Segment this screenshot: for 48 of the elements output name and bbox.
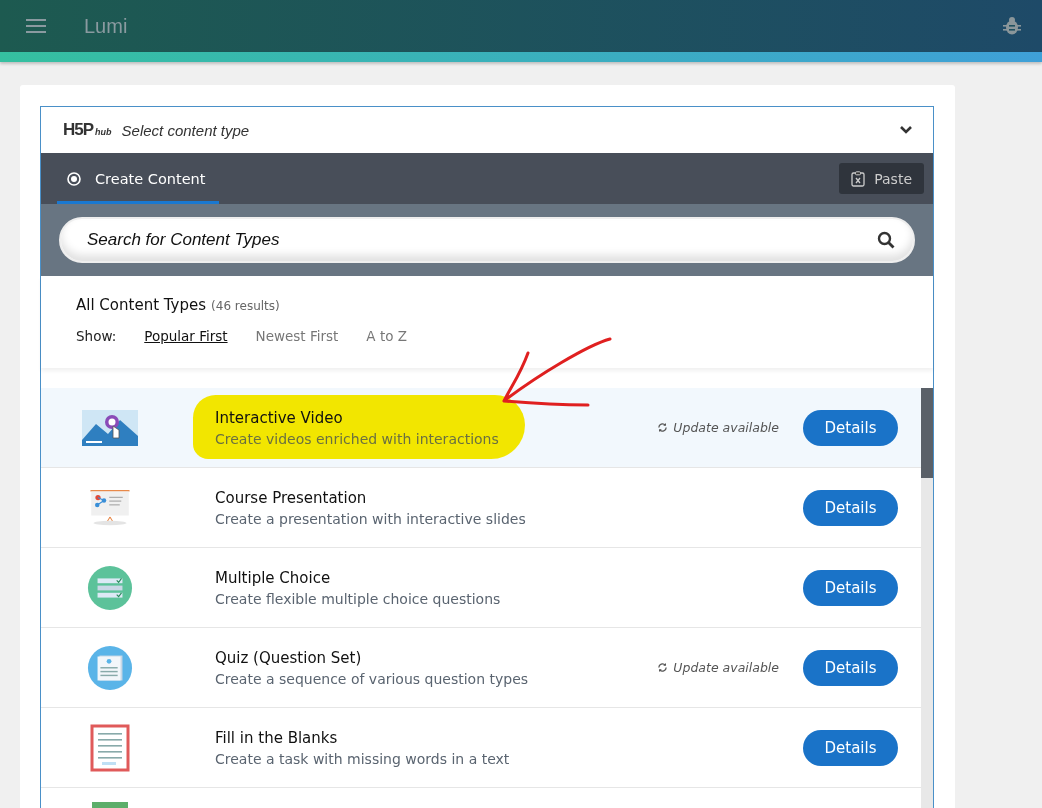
sort-label: Show: bbox=[76, 328, 117, 344]
content-type-row[interactable]: Interactive Video Create videos enriched with interactions Update available Details bbox=[41, 388, 921, 468]
content-type-description: Create flexible multiple choice questions bbox=[215, 590, 501, 607]
question-sheet-icon bbox=[87, 644, 133, 691]
content-type-row[interactable]: Course Presentation Create a presentation with interactive slides Details bbox=[41, 468, 921, 548]
chevron-icon[interactable] bbox=[899, 125, 913, 135]
app-title: Lumi bbox=[84, 14, 128, 38]
sort-option[interactable]: Popular First bbox=[144, 328, 228, 344]
content-type-description: Create videos enriched with interactions bbox=[215, 430, 499, 447]
content-type-title: Quiz (Question Set) bbox=[215, 648, 363, 667]
scroll-thumb[interactable] bbox=[921, 388, 933, 478]
content-type-row[interactable]: Multiple Choice Create flexible multiple choice questions Details bbox=[41, 548, 921, 628]
details-button[interactable]: Details bbox=[803, 569, 898, 606]
hub-title: Select content type bbox=[121, 121, 250, 139]
paste-button[interactable]: Paste bbox=[839, 163, 924, 194]
video-icon bbox=[82, 409, 138, 446]
hub-logo: H5Phub bbox=[63, 120, 112, 140]
content-type-title: Course Presentation bbox=[215, 488, 368, 507]
clipboard-icon bbox=[851, 170, 866, 187]
details-button[interactable]: Details bbox=[803, 729, 898, 766]
content-type-title: Fill in the Blanks bbox=[215, 728, 339, 747]
sort-option[interactable]: A to Z bbox=[366, 328, 407, 344]
content-type-description: Create a presentation with interactive slides bbox=[215, 510, 526, 527]
content-type-row[interactable]: Quiz (Question Set) Create a sequence of various question types Update available Details bbox=[41, 628, 921, 708]
checklist-icon bbox=[87, 564, 133, 611]
details-button[interactable]: Details bbox=[803, 649, 898, 686]
update-status: Update available bbox=[657, 420, 779, 435]
radio-icon bbox=[67, 171, 81, 186]
worksheet-icon bbox=[90, 723, 130, 772]
content-type-description: Create a sequence of various question types bbox=[215, 670, 529, 687]
sort-option[interactable]: Newest First bbox=[255, 328, 339, 344]
content-type-title: Interactive Video bbox=[215, 408, 344, 427]
details-button[interactable]: Details bbox=[803, 409, 898, 446]
search-icon[interactable] bbox=[877, 231, 895, 249]
content-type-description: Create a task with missing words in a text bbox=[215, 750, 510, 767]
sheet-icon bbox=[90, 802, 130, 808]
details-button[interactable]: Details bbox=[803, 489, 898, 526]
content-type-title: Multiple Choice bbox=[215, 568, 332, 587]
refresh-icon bbox=[657, 662, 669, 673]
update-status: Update available bbox=[657, 660, 779, 675]
results-heading: All Content Types bbox=[76, 296, 207, 314]
results-count: (46 results) bbox=[211, 299, 280, 313]
bug-icon[interactable] bbox=[1002, 16, 1022, 36]
search-box[interactable]: Search for Content Types bbox=[59, 217, 915, 263]
refresh-icon bbox=[657, 422, 669, 433]
scrollbar[interactable] bbox=[921, 388, 933, 808]
content-type-row[interactable]: Fill in the Blanks Create a task with missing words in a text Details bbox=[41, 708, 921, 788]
menu-icon[interactable] bbox=[26, 18, 46, 34]
